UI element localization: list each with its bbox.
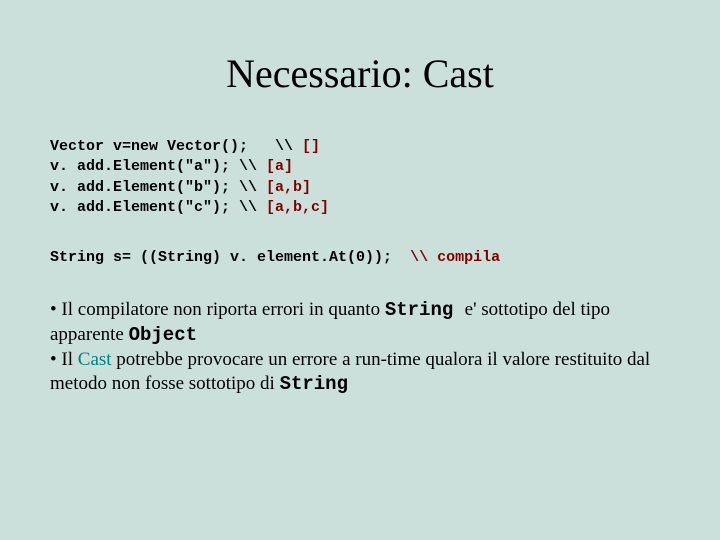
code-l3: v. add.Element("b"); \\	[50, 179, 266, 196]
code-l4-result: [a,b,c]	[266, 199, 329, 216]
code2-b: \\ compila	[410, 249, 500, 266]
code-block-1: Vector v=new Vector(); \\ [] v. add.Elem…	[50, 137, 670, 218]
bullet1-code1: String	[385, 299, 465, 321]
bullet2-mid: potrebbe provocare un errore a run-time …	[50, 349, 650, 395]
slide: Necessario: Cast Vector v=new Vector(); …	[0, 0, 720, 437]
code-l4: v. add.Element("c"); \\	[50, 199, 266, 216]
slide-title: Necessario: Cast	[50, 50, 670, 97]
bullet2-pre: • Il	[50, 349, 78, 370]
code-l1-result: []	[302, 138, 320, 155]
body-text: • Il compilatore non riporta errori in q…	[50, 298, 670, 397]
bullet1-code2: Object	[129, 324, 197, 346]
code-l1: Vector v=new Vector(); \\	[50, 138, 302, 155]
bullet2-code: String	[280, 373, 348, 395]
code-l3-result: [a,b]	[266, 179, 311, 196]
code-l2: v. add.Element("a"); \\	[50, 158, 266, 175]
bullet2-cast: Cast	[78, 349, 117, 370]
bullet1-pre: • Il compilatore non riporta errori in q…	[50, 299, 385, 320]
code2-a: String s= ((String) v. element.At(0));	[50, 249, 410, 266]
code-block-2: String s= ((String) v. element.At(0)); \…	[50, 248, 670, 268]
code-l2-result: [a]	[266, 158, 293, 175]
